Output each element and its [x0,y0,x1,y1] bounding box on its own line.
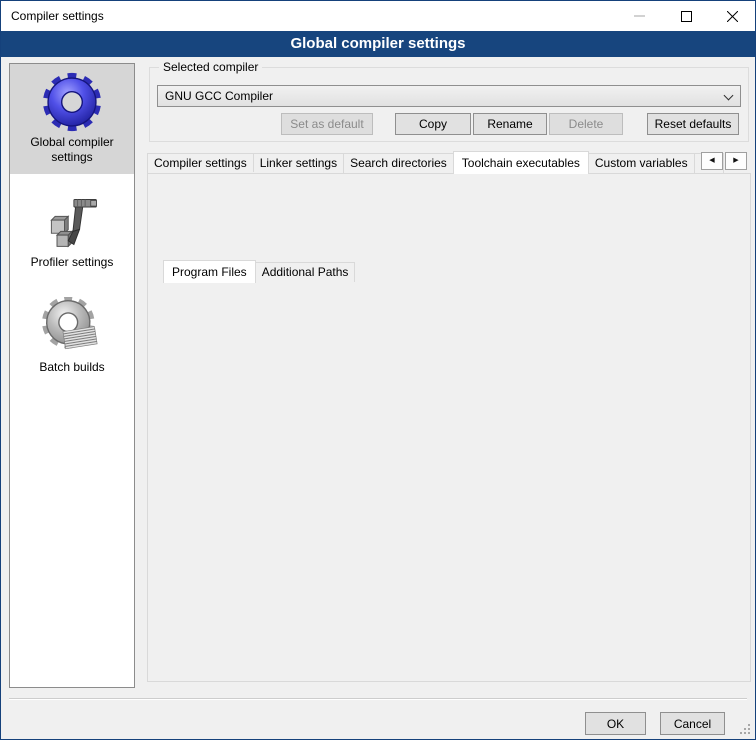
cancel-button[interactable]: Cancel [660,712,725,735]
toolchain-tab-panel [147,173,751,682]
close-button[interactable] [709,1,755,31]
page-title: Global compiler settings [1,31,755,57]
compiler-settings-window: Compiler settings Global compiler settin… [0,0,756,740]
sidebar-item-label: Global compiler settings [10,135,134,165]
sidebar-item-global-compiler-settings[interactable]: Global compiler settings [10,64,134,174]
set-as-default-button: Set as default [281,113,373,135]
resize-grip[interactable] [748,732,750,734]
subtab-additional-paths[interactable]: Additional Paths [255,262,356,282]
maximize-icon [681,11,692,22]
selected-compiler-combobox[interactable]: GNU GCC Compiler [157,85,741,107]
tab-toolchain-executables[interactable]: Toolchain executables [453,151,589,174]
sidebar-item-batch-builds[interactable]: Batch builds [10,289,134,384]
reset-defaults-button[interactable]: Reset defaults [647,113,739,135]
selected-compiler-group-label: Selected compiler [159,60,262,75]
delete-button: Delete [549,113,623,135]
caliper-icon [42,192,102,252]
tab-compiler-settings[interactable]: Compiler settings [147,153,254,173]
tab-search-directories[interactable]: Search directories [343,153,454,173]
minimize-button[interactable] [617,1,663,31]
footer-divider [9,698,747,700]
sub-tab-strip: Program FilesAdditional Paths [163,259,355,282]
maximize-button[interactable] [663,1,709,31]
sidebar-item-profiler-settings[interactable]: Profiler settings [10,184,134,279]
minimize-icon [634,10,646,22]
copy-button[interactable]: Copy [395,113,471,135]
ok-button[interactable]: OK [585,712,646,735]
subtab-program-files[interactable]: Program Files [163,260,256,283]
selected-compiler-value: GNU GCC Compiler [165,89,273,103]
tab-linker-settings[interactable]: Linker settings [253,153,344,173]
tab-scroll-controls: ◀▶ [701,152,747,170]
gear-blue-icon [42,72,102,132]
main-tab-strip: Compiler settingsLinker settingsSearch d… [147,150,749,173]
caption-controls [617,1,755,31]
tab-scroll-left-button[interactable]: ◀ [701,152,723,170]
tab-custom-variables[interactable]: Custom variables [588,153,695,173]
chevron-down-icon [724,91,734,101]
tab-scroll-right-button[interactable]: ▶ [725,152,747,170]
sidebar-item-label: Profiler settings [10,255,134,270]
rename-button[interactable]: Rename [473,113,547,135]
close-icon [727,11,738,22]
settings-category-list[interactable]: Global compiler settings Profiler settin… [9,63,135,688]
sidebar-item-label: Batch builds [10,360,134,375]
window-title: Compiler settings [1,9,104,23]
gear-stack-icon [42,297,102,357]
